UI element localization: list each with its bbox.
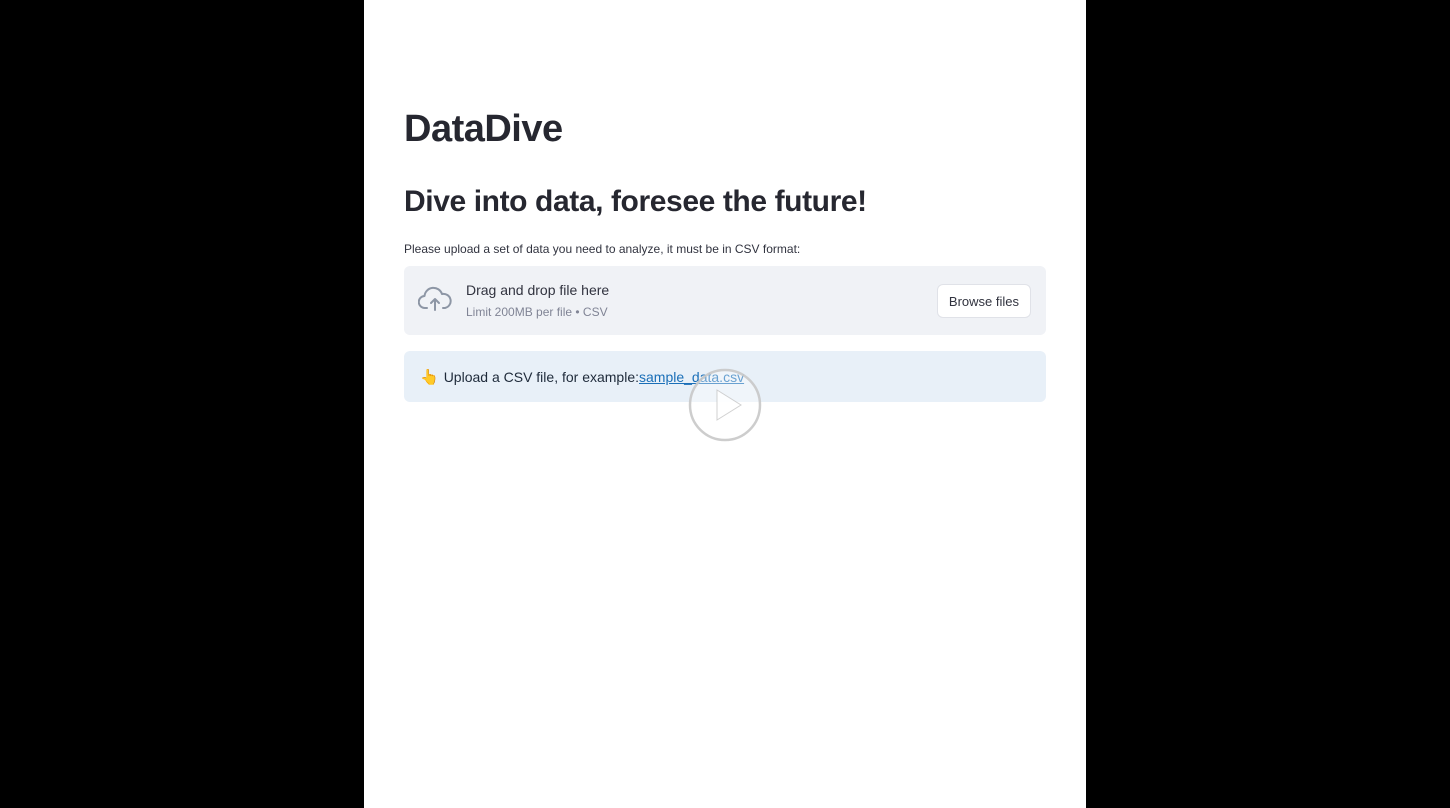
cloud-upload-icon	[418, 286, 452, 311]
upload-instructions: Please upload a set of data you need to …	[404, 242, 801, 256]
file-dropzone[interactable]: Drag and drop file here Limit 200MB per …	[404, 266, 1046, 335]
pointing-hand-icon: 👆	[420, 368, 439, 386]
browse-files-button[interactable]: Browse files	[936, 284, 1031, 318]
page-subtitle: Dive into data, foresee the future!	[404, 185, 867, 218]
dropzone-label: Drag and drop file here	[466, 282, 610, 298]
page-title: DataDive	[404, 108, 563, 150]
play-icon[interactable]	[688, 368, 762, 442]
dropzone-text: Drag and drop file here Limit 200MB per …	[466, 282, 609, 319]
file-limit-label: Limit 200MB per file • CSV	[466, 305, 608, 319]
info-text: Upload a CSV file, for example:	[443, 368, 640, 385]
